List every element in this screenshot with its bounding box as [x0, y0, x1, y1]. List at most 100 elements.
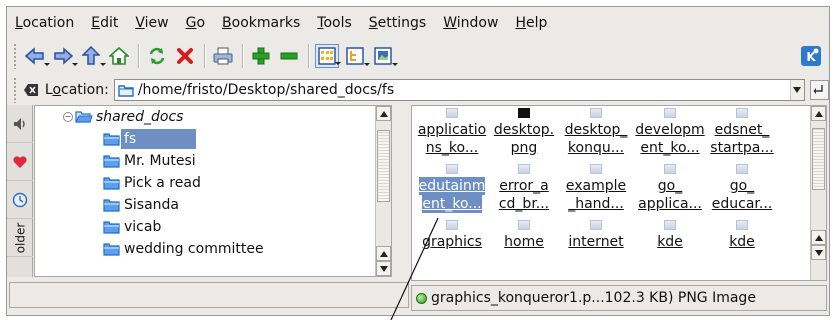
scroll-up-button[interactable]: [811, 230, 826, 245]
forward-button[interactable]: [51, 44, 78, 68]
tree-item-vicab[interactable]: vicab: [103, 216, 165, 238]
folder-icon: [103, 155, 120, 168]
location-grip[interactable]: [13, 77, 17, 103]
tree-item-sisanda[interactable]: Sisanda: [103, 194, 183, 216]
menu-location-mnemonic: L: [15, 15, 23, 31]
location-input[interactable]: /home/fristo/Desktop/shared_docs/fs: [113, 79, 805, 101]
file-icon[interactable]: edsnet_ startpa...: [706, 106, 778, 157]
scroll-thumb[interactable]: [812, 128, 825, 190]
kde-throbber[interactable]: K: [799, 44, 823, 68]
folder-icon: [103, 133, 120, 146]
chevron-up-icon: [814, 234, 823, 241]
image-thumbnail-icon: [446, 108, 458, 118]
file-name-line2: cd_br...: [498, 196, 550, 212]
scroll-up-button[interactable]: [811, 106, 826, 121]
tree-root-label: shared_docs: [96, 109, 184, 125]
toolbar-grip[interactable]: [13, 43, 17, 69]
location-history-dropdown[interactable]: [789, 80, 804, 100]
menu-bar: Location Edit View Go Bookmarks Tools Se…: [7, 7, 829, 37]
file-icon[interactable]: go_ educar...: [706, 162, 778, 213]
location-toolbar: Location: /home/fristo/Desktop/shared_do…: [7, 77, 829, 103]
scroll-down-button[interactable]: [811, 245, 826, 260]
menu-window[interactable]: Window: [443, 13, 498, 31]
file-icon[interactable]: kde: [706, 218, 778, 251]
file-name-line1: developm: [635, 122, 705, 138]
home-button[interactable]: [107, 44, 131, 68]
zoom-out-button[interactable]: [277, 44, 301, 68]
up-button[interactable]: [79, 44, 106, 68]
sidebar-tab-media[interactable]: [7, 105, 33, 143]
file-name-line1: error_a: [499, 178, 549, 194]
file-name-line1: kde: [657, 234, 683, 250]
menu-view-mnemonic: V: [135, 15, 145, 31]
icon-view-scrollbar[interactable]: [810, 106, 826, 280]
file-icon[interactable]: desktop_ konqu...: [560, 106, 632, 157]
menu-bookmarks[interactable]: Bookmarks: [222, 13, 300, 31]
tree-scrollbar[interactable]: [375, 106, 391, 276]
file-icon-selected[interactable]: edutainm ent_ko...: [416, 162, 488, 213]
sidebar-tab-folder[interactable]: older: [7, 219, 33, 257]
image-view-button[interactable]: [371, 44, 398, 68]
chevron-down-icon: [793, 87, 802, 93]
scroll-down-button[interactable]: [376, 261, 391, 276]
file-icon[interactable]: kde: [634, 218, 706, 251]
menu-tools[interactable]: Tools: [317, 13, 352, 31]
tree-item-fs[interactable]: fs: [103, 128, 197, 150]
tree-item-wedding-committee[interactable]: wedding committee: [103, 238, 268, 260]
image-thumbnail-icon: [664, 164, 676, 174]
file-icon[interactable]: developm ent_ko...: [634, 106, 706, 157]
clear-location-button[interactable]: [23, 78, 39, 102]
go-button[interactable]: [809, 80, 829, 100]
menu-go[interactable]: Go: [186, 13, 205, 31]
zoom-in-button[interactable]: [249, 44, 273, 68]
scroll-up-button[interactable]: [376, 246, 391, 261]
tree-item-mr-mutesi[interactable]: Mr. Mutesi: [103, 150, 200, 172]
file-name-line1: go_: [729, 178, 755, 194]
folder-tree: − shared_docs fs Mr. Mutesi Pick a read …: [34, 105, 392, 277]
menu-edit-mnemonic: E: [91, 15, 101, 31]
image-thumbnail-icon: [446, 220, 458, 230]
menu-location[interactable]: Location: [15, 13, 74, 31]
sidebar-tab-strip: older: [7, 105, 33, 277]
tree-item-label: wedding committee: [124, 241, 264, 257]
sidebar-tab-bookmarks[interactable]: [7, 143, 33, 181]
file-name-line2: applica...: [638, 196, 702, 212]
file-icon[interactable]: internet: [560, 218, 632, 251]
toolbar-separator: [308, 44, 309, 68]
menu-help[interactable]: Help: [515, 13, 547, 31]
file-icon[interactable]: desktop. png: [488, 106, 560, 157]
reload-button[interactable]: [145, 44, 169, 68]
print-button[interactable]: [211, 44, 235, 68]
clock-icon: [12, 192, 28, 207]
toolbar-separator: [138, 44, 139, 68]
icon-view-button[interactable]: [315, 44, 341, 68]
menu-settings[interactable]: Settings: [369, 13, 426, 31]
file-name-line2: png: [510, 140, 538, 156]
tree-item-root[interactable]: − shared_docs: [63, 106, 187, 128]
stop-x-icon: [177, 48, 193, 64]
file-name-line2: konqu...: [567, 140, 625, 156]
menu-help-label: elp: [525, 15, 548, 31]
tree-item-pick-a-read[interactable]: Pick a read: [103, 172, 205, 194]
scroll-thumb[interactable]: [377, 130, 390, 202]
file-icon[interactable]: graphics: [416, 218, 488, 251]
sidebar-tab-history[interactable]: [7, 181, 33, 219]
file-icon[interactable]: home: [488, 218, 560, 251]
file-icon[interactable]: applicatio ns_ko...: [416, 106, 488, 157]
tree-item-label: Mr. Mutesi: [124, 153, 196, 169]
file-icon[interactable]: example _hand...: [560, 162, 632, 213]
file-icon[interactable]: go_ applica...: [634, 162, 706, 213]
file-name-line2: startpa...: [710, 140, 774, 156]
back-button[interactable]: [23, 44, 50, 68]
home-icon: [109, 46, 129, 65]
file-name-line1: desktop_: [564, 122, 628, 138]
image-thumbnail-icon: [590, 164, 602, 174]
collapse-icon[interactable]: −: [63, 112, 73, 122]
tree-view-button[interactable]: [343, 44, 370, 68]
stop-button[interactable]: [173, 44, 197, 68]
menu-view[interactable]: View: [135, 13, 168, 31]
file-icon[interactable]: error_a cd_br...: [488, 162, 560, 213]
scroll-up-button[interactable]: [376, 106, 391, 121]
minus-icon: [280, 52, 298, 60]
menu-edit[interactable]: Edit: [91, 13, 118, 31]
